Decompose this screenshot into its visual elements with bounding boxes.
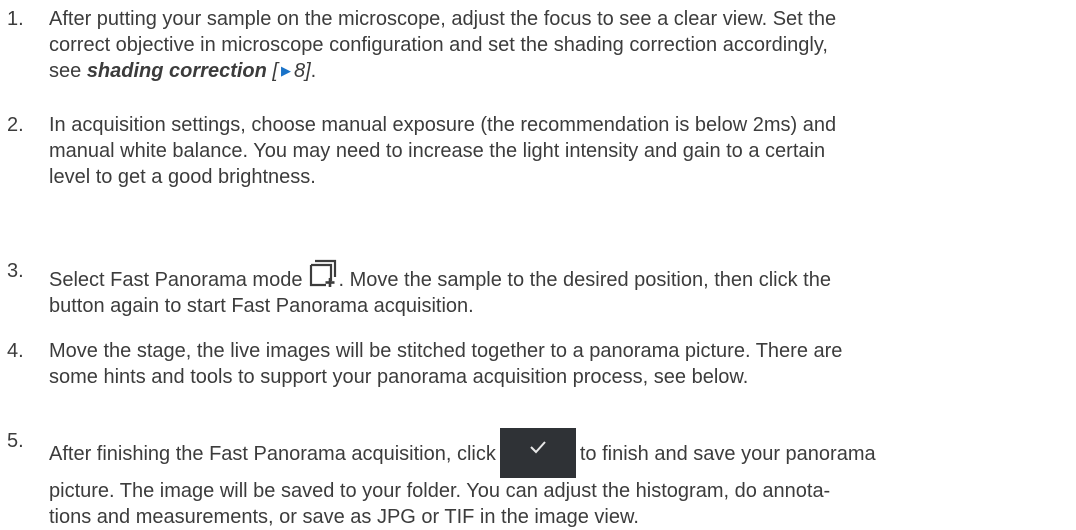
step-line: After finishing the Fast Panorama acquis… (49, 428, 1069, 478)
fast-panorama-icon (308, 258, 338, 288)
step-text: In acquisition settings, choose manual e… (49, 112, 1069, 190)
ref-bracket: [ (272, 60, 278, 82)
step-line: manual white balance. You may need to in… (49, 140, 826, 162)
step-line-text: to finish and save your panorama (579, 443, 876, 465)
step-line: correct objective in microscope configur… (49, 34, 828, 56)
step-number: 5. (7, 430, 24, 452)
confirm-button[interactable] (499, 428, 576, 478)
step-number: 1. (7, 8, 24, 30)
step-line: button again to start Fast Panorama acqu… (49, 295, 474, 317)
step-text: Move the stage, the live images will be … (49, 338, 1069, 390)
step-line-text: . (310, 60, 317, 82)
step-line: Select Fast Panorama mode . Move the samp… (49, 258, 1069, 293)
step-line-text: see (49, 60, 87, 82)
step-text: After putting your sample on the microsc… (49, 6, 1069, 84)
step-number: 2. (7, 114, 24, 136)
step-line-text: . Move the sample to the desired positio… (338, 269, 831, 291)
step-text: After finishing the Fast Panorama acquis… (49, 428, 1069, 530)
shading-correction-link[interactable]: shading correction (87, 60, 267, 82)
ref-page: 8] (293, 60, 311, 82)
checkmark-icon (530, 441, 546, 454)
step-line-text: After finishing the Fast Panorama acquis… (49, 443, 496, 465)
step-text: Select Fast Panorama mode . Move the samp… (49, 258, 1069, 319)
step-line: After putting your sample on the microsc… (49, 8, 837, 30)
page-reference[interactable]: [▶ 8] (272, 60, 310, 82)
step-line: level to get a good brightness. (49, 166, 316, 188)
step-line: tions and measurements, or save as JPG o… (49, 506, 639, 528)
step-line: see shading correction [▶ 8]. (49, 58, 1069, 84)
step-line: Move the stage, the live images will be … (49, 340, 843, 362)
step-line: some hints and tools to support your pan… (49, 366, 749, 388)
step-line-text: Select Fast Panorama mode (49, 269, 303, 291)
step-line: picture. The image will be saved to your… (49, 480, 831, 502)
page-arrow-icon: ▶ (280, 63, 291, 78)
step-number: 4. (7, 340, 24, 362)
step-number: 3. (7, 260, 24, 282)
step-line: In acquisition settings, choose manual e… (49, 114, 837, 136)
